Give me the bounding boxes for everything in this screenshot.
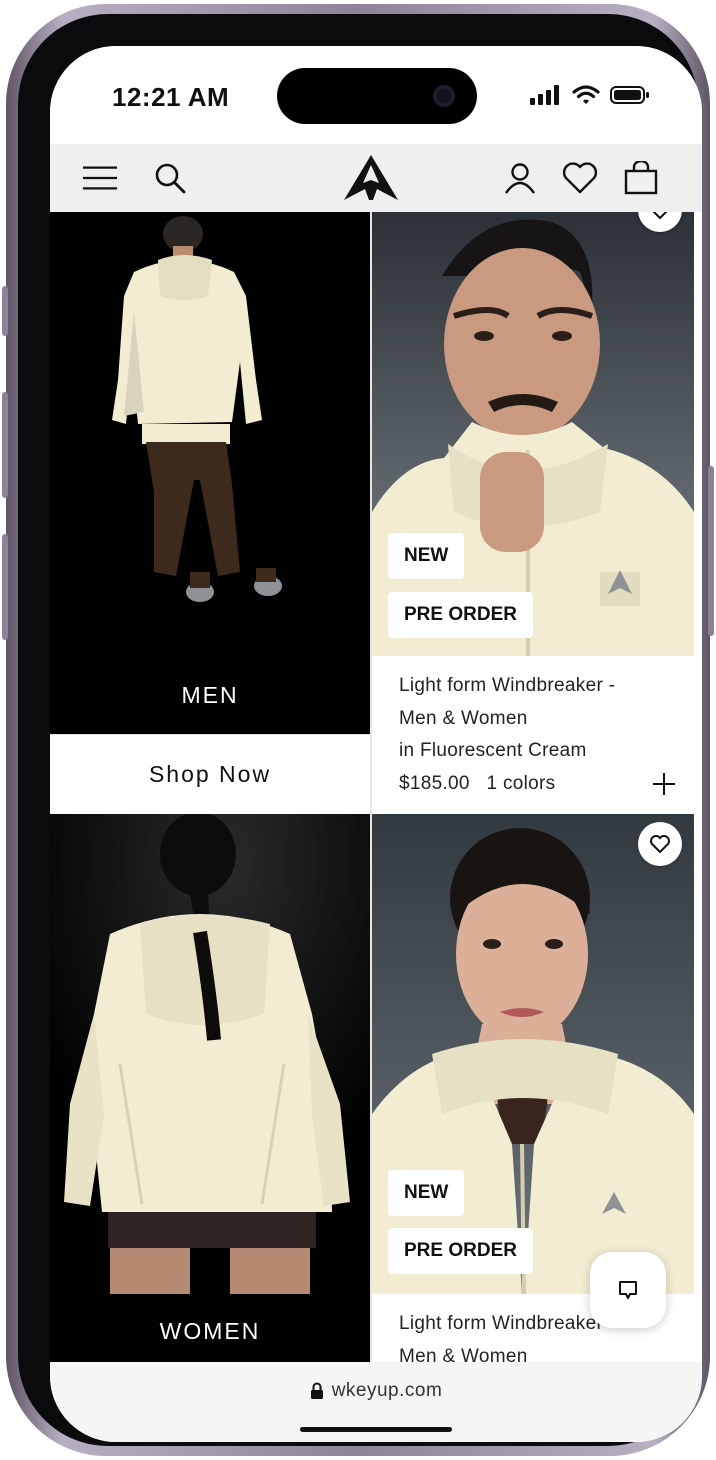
wifi-icon — [572, 85, 600, 104]
cellular-signal-icon — [530, 85, 559, 105]
product-photo — [372, 814, 694, 1294]
bag-icon[interactable] — [623, 160, 659, 196]
search-icon[interactable] — [152, 160, 188, 196]
product-title-line: Men & Women — [399, 1345, 528, 1363]
brand-logo[interactable] — [341, 152, 401, 204]
category-label-women: WOMEN — [159, 1318, 261, 1344]
price-row: $185.00 1 colors — [399, 768, 615, 801]
men-category-photo — [112, 216, 282, 602]
product-info: Light form Windbreaker - Men & Women in … — [372, 656, 694, 812]
url-display[interactable]: wkeyup.com — [50, 1380, 702, 1402]
screen: 12:21 AM MEN Shop Now NEW PRE ORDER Ligh… — [50, 46, 702, 1442]
battery-icon — [610, 86, 649, 104]
new-badge: NEW — [388, 1170, 465, 1216]
product-details: Light form Windbreaker - Men & Women — [399, 1308, 615, 1362]
status-bar: 12:21 AM — [50, 46, 702, 144]
wishlist-icon[interactable] — [562, 160, 598, 196]
category-tile-women[interactable]: WOMEN — [50, 814, 370, 1362]
quick-add-plus-icon[interactable] — [652, 772, 676, 796]
chat-button[interactable] — [590, 1252, 666, 1328]
shop-now-button[interactable]: Shop Now — [50, 734, 370, 812]
volume-up-button — [2, 392, 8, 498]
bezel: 12:21 AM MEN Shop Now NEW PRE ORDER Ligh… — [18, 14, 702, 1446]
phone-frame: 12:21 AM MEN Shop Now NEW PRE ORDER Ligh… — [2, 4, 714, 1456]
site-header — [50, 144, 702, 212]
chat-icon — [619, 1281, 637, 1299]
product-title-line: Light form Windbreaker - — [399, 675, 616, 696]
product-title-line: Light form Windbreaker - — [399, 1313, 616, 1334]
front-camera — [433, 85, 455, 107]
category-label-men: MEN — [181, 682, 239, 708]
heart-icon — [650, 835, 670, 854]
browser-url-bar[interactable]: wkeyup.com — [50, 1362, 702, 1442]
product-card[interactable]: NEW PRE ORDER Light form Windbreaker - M… — [372, 212, 694, 812]
power-button — [708, 466, 714, 636]
pre-order-badge: PRE ORDER — [388, 592, 533, 638]
heart-icon — [652, 212, 668, 220]
volume-down-button — [2, 534, 8, 640]
color-count: 1 colors — [486, 772, 556, 794]
status-time: 12:21 AM — [112, 82, 230, 112]
account-icon[interactable] — [502, 160, 538, 196]
wishlist-heart-button[interactable] — [638, 822, 682, 866]
lock-icon — [310, 1382, 323, 1399]
new-badge: NEW — [388, 533, 465, 579]
menu-icon[interactable] — [82, 160, 118, 196]
home-indicator[interactable] — [300, 1427, 452, 1432]
product-price: $185.00 — [399, 772, 470, 794]
pre-order-badge: PRE ORDER — [388, 1228, 533, 1274]
category-tile-men[interactable]: MEN Shop Now — [50, 212, 370, 812]
product-title-line: Men & Women — [399, 707, 528, 729]
status-icons — [530, 82, 650, 108]
product-grid: MEN Shop Now NEW PRE ORDER Light form Wi… — [50, 212, 702, 1362]
product-color-line: in Fluorescent Cream — [399, 740, 587, 761]
column-divider — [370, 212, 372, 1362]
action-button — [2, 286, 8, 336]
dynamic-island — [277, 68, 477, 124]
url-text: wkeyup.com — [331, 1380, 443, 1401]
women-category-photo — [50, 814, 370, 1294]
product-details: Light form Windbreaker - Men & Women in … — [399, 670, 615, 800]
product-photo — [372, 212, 694, 656]
